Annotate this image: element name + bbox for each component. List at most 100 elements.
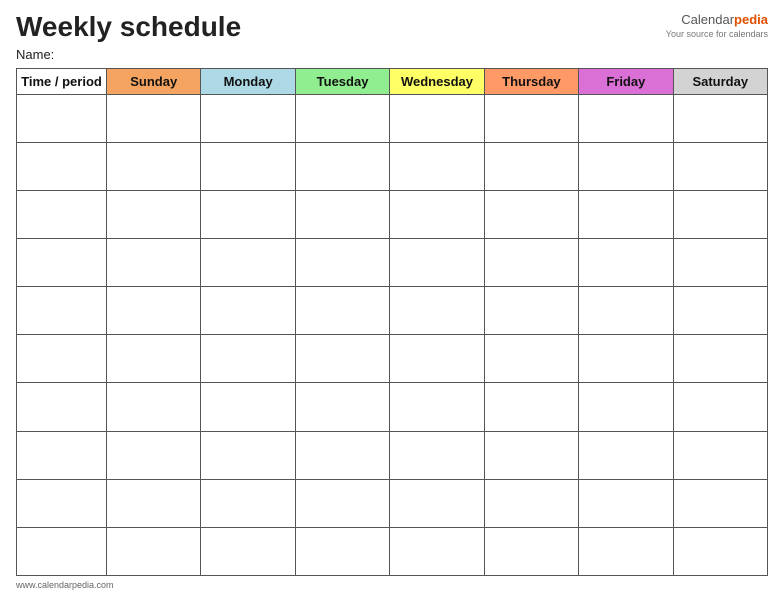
schedule-cell[interactable] — [295, 191, 389, 239]
header-row: Weekly schedule Calendarpedia Your sourc… — [16, 12, 768, 43]
schedule-cell[interactable] — [579, 335, 673, 383]
schedule-cell[interactable] — [673, 383, 767, 431]
time-cell[interactable] — [17, 287, 107, 335]
schedule-cell[interactable] — [673, 431, 767, 479]
name-label: Name: — [16, 47, 54, 62]
schedule-cell[interactable] — [295, 94, 389, 142]
schedule-cell[interactable] — [673, 239, 767, 287]
schedule-cell[interactable] — [579, 239, 673, 287]
schedule-table: Time / period Sunday Monday Tuesday Wedn… — [16, 68, 768, 576]
footer: www.calendarpedia.com — [16, 580, 768, 590]
time-cell[interactable] — [17, 479, 107, 527]
schedule-cell[interactable] — [107, 94, 201, 142]
schedule-cell[interactable] — [107, 335, 201, 383]
schedule-cell[interactable] — [484, 94, 578, 142]
schedule-cell[interactable] — [390, 335, 484, 383]
schedule-cell[interactable] — [295, 142, 389, 190]
schedule-cell[interactable] — [673, 527, 767, 575]
time-cell[interactable] — [17, 383, 107, 431]
schedule-cell[interactable] — [107, 431, 201, 479]
schedule-cell[interactable] — [484, 479, 578, 527]
schedule-cell[interactable] — [673, 335, 767, 383]
brand-name: Calendarpedia — [666, 12, 768, 29]
schedule-cell[interactable] — [673, 287, 767, 335]
name-row: Name: — [16, 47, 768, 62]
brand: Calendarpedia Your source for calendars — [666, 12, 768, 41]
schedule-cell[interactable] — [295, 239, 389, 287]
time-cell[interactable] — [17, 431, 107, 479]
schedule-cell[interactable] — [390, 142, 484, 190]
page-title: Weekly schedule — [16, 12, 241, 43]
time-cell[interactable] — [17, 142, 107, 190]
schedule-cell[interactable] — [390, 191, 484, 239]
schedule-cell[interactable] — [484, 142, 578, 190]
schedule-cell[interactable] — [295, 335, 389, 383]
schedule-cell[interactable] — [673, 191, 767, 239]
th-friday: Friday — [579, 68, 673, 94]
schedule-cell[interactable] — [673, 142, 767, 190]
schedule-cell[interactable] — [579, 287, 673, 335]
schedule-cell[interactable] — [390, 527, 484, 575]
schedule-cell[interactable] — [201, 431, 295, 479]
schedule-cell[interactable] — [390, 431, 484, 479]
schedule-cell[interactable] — [390, 479, 484, 527]
schedule-cell[interactable] — [579, 142, 673, 190]
th-sunday: Sunday — [107, 68, 201, 94]
schedule-cell[interactable] — [201, 479, 295, 527]
th-time-period: Time / period — [17, 68, 107, 94]
schedule-cell[interactable] — [579, 431, 673, 479]
schedule-cell[interactable] — [107, 383, 201, 431]
schedule-cell[interactable] — [295, 527, 389, 575]
schedule-cell[interactable] — [484, 239, 578, 287]
time-cell[interactable] — [17, 527, 107, 575]
schedule-cell[interactable] — [579, 191, 673, 239]
brand-calendar: Calendar — [681, 12, 734, 27]
schedule-cell[interactable] — [107, 479, 201, 527]
schedule-cell[interactable] — [201, 94, 295, 142]
schedule-cell[interactable] — [295, 383, 389, 431]
schedule-cell[interactable] — [107, 239, 201, 287]
schedule-cell[interactable] — [390, 239, 484, 287]
page: Weekly schedule Calendarpedia Your sourc… — [0, 0, 784, 600]
th-monday: Monday — [201, 68, 295, 94]
schedule-cell[interactable] — [579, 527, 673, 575]
schedule-cell[interactable] — [201, 527, 295, 575]
schedule-cell[interactable] — [484, 287, 578, 335]
schedule-cell[interactable] — [579, 479, 673, 527]
schedule-cell[interactable] — [201, 191, 295, 239]
schedule-cell[interactable] — [107, 142, 201, 190]
time-cell[interactable] — [17, 239, 107, 287]
schedule-cell[interactable] — [484, 191, 578, 239]
th-wednesday: Wednesday — [390, 68, 484, 94]
th-tuesday: Tuesday — [295, 68, 389, 94]
schedule-cell[interactable] — [107, 527, 201, 575]
schedule-cell[interactable] — [295, 431, 389, 479]
schedule-cell[interactable] — [579, 383, 673, 431]
schedule-cell[interactable] — [390, 94, 484, 142]
schedule-cell[interactable] — [484, 431, 578, 479]
schedule-cell[interactable] — [579, 94, 673, 142]
schedule-cell[interactable] — [390, 383, 484, 431]
schedule-cell[interactable] — [201, 239, 295, 287]
time-cell[interactable] — [17, 335, 107, 383]
th-saturday: Saturday — [673, 68, 767, 94]
schedule-cell[interactable] — [201, 287, 295, 335]
schedule-cell[interactable] — [673, 479, 767, 527]
schedule-cell[interactable] — [484, 383, 578, 431]
time-cell[interactable] — [17, 94, 107, 142]
brand-tagline: Your source for calendars — [666, 29, 768, 41]
schedule-cell[interactable] — [295, 287, 389, 335]
schedule-cell[interactable] — [390, 287, 484, 335]
brand-pedia: pedia — [734, 12, 768, 27]
time-cell[interactable] — [17, 191, 107, 239]
schedule-cell[interactable] — [201, 142, 295, 190]
schedule-cell[interactable] — [295, 479, 389, 527]
th-thursday: Thursday — [484, 68, 578, 94]
schedule-cell[interactable] — [673, 94, 767, 142]
schedule-cell[interactable] — [201, 335, 295, 383]
schedule-cell[interactable] — [484, 335, 578, 383]
schedule-cell[interactable] — [201, 383, 295, 431]
schedule-cell[interactable] — [107, 287, 201, 335]
schedule-cell[interactable] — [484, 527, 578, 575]
schedule-cell[interactable] — [107, 191, 201, 239]
